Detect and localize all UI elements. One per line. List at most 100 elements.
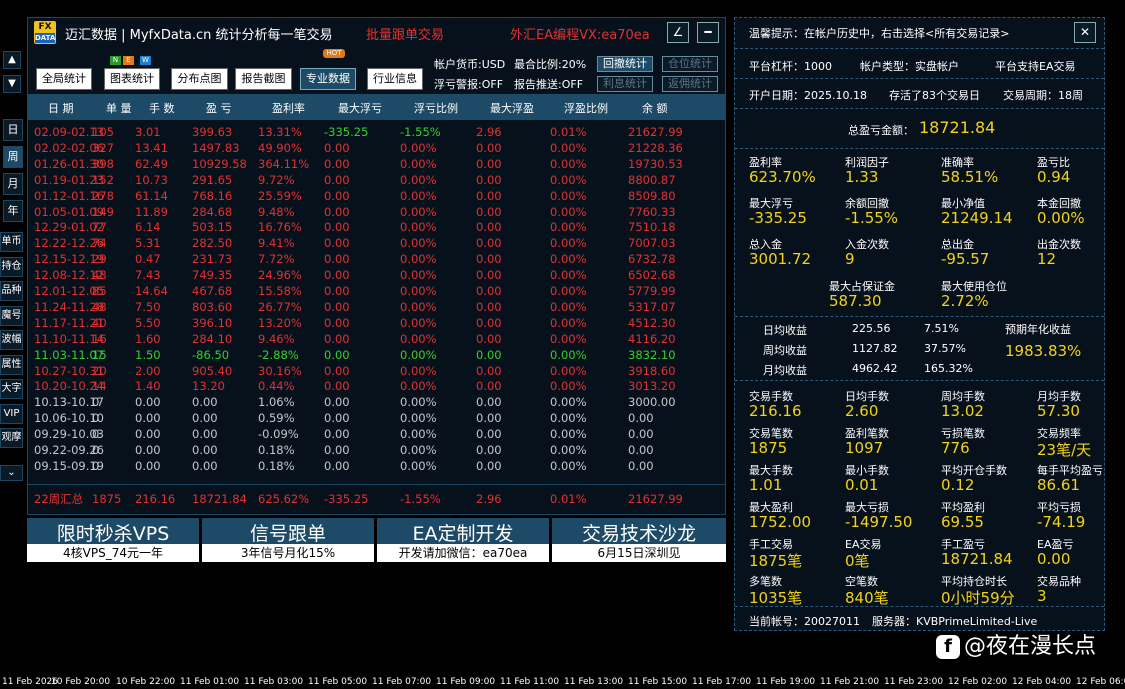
- wechat-contact-link[interactable]: 外汇EA编程VX:ea70ea: [510, 24, 650, 43]
- table-cell: 0.18%: [258, 443, 295, 457]
- table-cell: 0.00%: [550, 284, 587, 298]
- sidebar-item-6[interactable]: 大字: [0, 379, 23, 399]
- tab-0[interactable]: 日: [3, 119, 23, 141]
- table-cell: 0.00: [324, 299, 350, 314]
- column-header[interactable]: 浮亏比例: [414, 100, 458, 116]
- table-row[interactable]: 01.26-01.30 398 62.49 10929.58 364.11% 0.00 0.…: [28, 156, 725, 172]
- scroll-up-button[interactable]: ▲: [3, 51, 21, 69]
- sidebar-item-3[interactable]: 魔号: [0, 305, 23, 326]
- table-cell: 0.00: [324, 395, 350, 410]
- table-row[interactable]: 01.05-01.09 149 11.89 284.68 9.48% 0.00 0.00% 0…: [28, 204, 725, 220]
- summary-row: 22周汇总 1875 216.16 18721.84 625.62% -335.25 -1.…: [28, 491, 725, 507]
- close-button[interactable]: ✕: [1074, 22, 1096, 43]
- sidebar-item-4[interactable]: 波幅: [0, 330, 23, 350]
- table-row[interactable]: 12.22-12.26 74 5.31 282.50 9.41% 0.00 0.00% 0.0…: [28, 235, 725, 251]
- nav-button-4[interactable]: 专业数据: [300, 68, 356, 90]
- table-cell: 16: [92, 331, 107, 346]
- income-percent: 7.51%: [924, 322, 959, 335]
- table-row[interactable]: 09.22-09.26 0 0.00 0.00 0.18% 0.00 0.00% 0.00 0.…: [28, 442, 725, 458]
- table-row[interactable]: 10.27-10.31 20 2.00 905.40 30.16% 0.00 0.00% 0.…: [28, 363, 725, 379]
- table-row[interactable]: 12.15-12.19 29 0.47 231.73 7.72% 0.00 0.00% 0.0…: [28, 251, 725, 267]
- scroll-down-button[interactable]: ▼: [3, 75, 21, 93]
- table-cell: 3013.20: [628, 379, 676, 394]
- table-cell: 0.00: [324, 379, 350, 394]
- table-row[interactable]: 09.15-09.19 0 0.00 0.00 0.18% 0.00 0.00% 0.00 0.…: [28, 458, 725, 474]
- table-row[interactable]: 12.01-12.05 85 14.64 467.68 15.58% 0.00 0.00% 0…: [28, 283, 725, 299]
- sidebar-item-5[interactable]: 属性: [0, 354, 23, 375]
- summary-cell: 216.16: [135, 492, 176, 506]
- column-header[interactable]: 盈 亏: [206, 100, 232, 116]
- divider: [735, 380, 1104, 381]
- batch-copy-link[interactable]: 批量跟单交易: [366, 24, 444, 43]
- promo-banner-1[interactable]: 信号跟单 3年信号月化15%: [202, 518, 374, 562]
- table-row[interactable]: 11.17-11.21 40 5.50 396.10 13.20% 0.00 0.00% 0.…: [28, 315, 725, 331]
- time-label: 11 Feb 03:00: [244, 677, 304, 687]
- nav-button-0[interactable]: 全局统计: [36, 68, 92, 90]
- divider: [735, 78, 1104, 79]
- column-header[interactable]: 盈利率: [272, 100, 305, 116]
- table-cell: 1.40: [135, 379, 161, 394]
- column-header[interactable]: 最大浮盈: [490, 100, 534, 116]
- tab-2[interactable]: 月: [3, 173, 23, 195]
- table-row[interactable]: 01.12-01.16 278 61.14 768.16 25.59% 0.00 0.00%…: [28, 188, 725, 204]
- table-row[interactable]: 10.06-10.10 0 0.00 0.00 0.59% 0.00 0.00% 0.00 0.…: [28, 410, 725, 426]
- table-cell: 7760.33: [628, 204, 676, 219]
- minimize-button[interactable]: ━: [697, 22, 719, 43]
- stat-value: 18721.84: [941, 550, 1013, 568]
- report-push[interactable]: 报告推送:OFF: [514, 76, 583, 92]
- sidebar-item-2[interactable]: 品种: [0, 281, 23, 301]
- promo-subtitle: 3年信号月化15%: [202, 544, 374, 562]
- table-cell: 149: [92, 204, 114, 219]
- stat-button-3[interactable]: 返佣统计: [662, 76, 718, 92]
- nav-button-2[interactable]: 分布点图: [171, 68, 228, 90]
- nav-button-3[interactable]: 报告截图: [235, 68, 292, 90]
- sidebar-item-1[interactable]: 持仓: [0, 256, 23, 277]
- stat-button-0[interactable]: 回撤统计: [597, 56, 653, 72]
- column-header[interactable]: 最大浮亏: [338, 100, 382, 116]
- table-cell: 0: [92, 411, 100, 426]
- tab-1[interactable]: 周: [3, 146, 23, 168]
- table-row[interactable]: 01.19-01.23 152 10.73 291.65 9.72% 0.00 0.00% 0…: [28, 172, 725, 188]
- nav-button-1[interactable]: 图表统计: [104, 68, 160, 90]
- tab-3[interactable]: 年: [3, 200, 23, 222]
- column-header[interactable]: 浮盈比例: [564, 100, 608, 116]
- column-header[interactable]: 手 数: [149, 100, 175, 116]
- table-cell: 0.00: [324, 347, 350, 362]
- time-label: 11 Feb 2026: [2, 677, 59, 687]
- stat-value: 1035笔: [749, 589, 803, 607]
- stat-button-1[interactable]: 仓位统计: [662, 56, 718, 72]
- sidebar-item-0[interactable]: 单币: [0, 232, 23, 252]
- table-row[interactable]: 02.02-02.06 327 13.41 1497.83 49.90% 0.00 0.00…: [28, 140, 725, 156]
- table-cell: 21228.36: [628, 140, 683, 155]
- promo-banner-3[interactable]: 交易技术沙龙 6月15日深圳见: [552, 518, 726, 562]
- table-cell: 0.00: [324, 443, 350, 457]
- stat-button-2[interactable]: 利息统计: [597, 76, 653, 92]
- nav-button-5[interactable]: 行业信息: [367, 68, 423, 90]
- sidebar-more-button[interactable]: ⌄: [0, 465, 23, 481]
- stat-value: 0.00: [1037, 550, 1071, 568]
- table-row[interactable]: 10.13-10.17 0 0.00 0.00 1.06% 0.00 0.00% 0.00 0.…: [28, 394, 725, 410]
- table-row[interactable]: 12.08-12.12 48 7.43 749.35 24.96% 0.00 0.00% 0.…: [28, 267, 725, 283]
- table-cell: 0.00: [476, 379, 502, 394]
- sidebar-item-7[interactable]: VIP: [0, 403, 23, 424]
- table-row[interactable]: 11.24-11.28 48 7.50 803.60 26.77% 0.00 0.00% 0.…: [28, 299, 725, 315]
- table-row[interactable]: 11.10-11.14 16 1.60 284.10 9.46% 0.00 0.00% 0.0…: [28, 331, 725, 347]
- pen-button[interactable]: ∠: [667, 22, 689, 43]
- sidebar-item-8[interactable]: 观摩: [0, 428, 23, 448]
- column-header[interactable]: 余 额: [642, 100, 668, 116]
- float-alert[interactable]: 浮亏警报:OFF: [434, 76, 503, 92]
- table-row[interactable]: 10.20-10.24 14 1.40 13.20 0.44% 0.00 0.00% 0.00…: [28, 378, 725, 394]
- column-header[interactable]: 日 期: [48, 100, 74, 116]
- table-cell: 1.50: [135, 347, 161, 362]
- table-cell: 0.00%: [400, 140, 437, 155]
- table-row[interactable]: 12.29-01.02 77 6.14 503.15 16.76% 0.00 0.00% 0.…: [28, 219, 725, 235]
- table-row[interactable]: 02.09-02.13 105 3.01 399.63 13.31% -335.25 -1.…: [28, 124, 725, 140]
- promo-banner-2[interactable]: EA定制开发 开发请加微信：ea70ea: [377, 518, 549, 562]
- table-row[interactable]: 09.29-10.03 0 0.00 0.00 -0.09% 0.00 0.00% 0.00 0…: [28, 426, 725, 442]
- table-cell: 16.76%: [258, 220, 302, 235]
- column-header[interactable]: 单 量: [106, 100, 132, 116]
- promo-banner-0[interactable]: 限时秒杀VPS 4核VPS_74元一年: [27, 518, 199, 562]
- table-row[interactable]: 11.03-11.07 15 1.50 -86.50 -2.88% 0.00 0.00% 0.…: [28, 347, 725, 363]
- table-header: 日 期 单 量 手 数 盈 亏 盈利率 最大浮亏 浮亏比例 最大浮盈 浮盈比例 余 额: [28, 94, 725, 120]
- table-cell: 503.15: [192, 220, 233, 235]
